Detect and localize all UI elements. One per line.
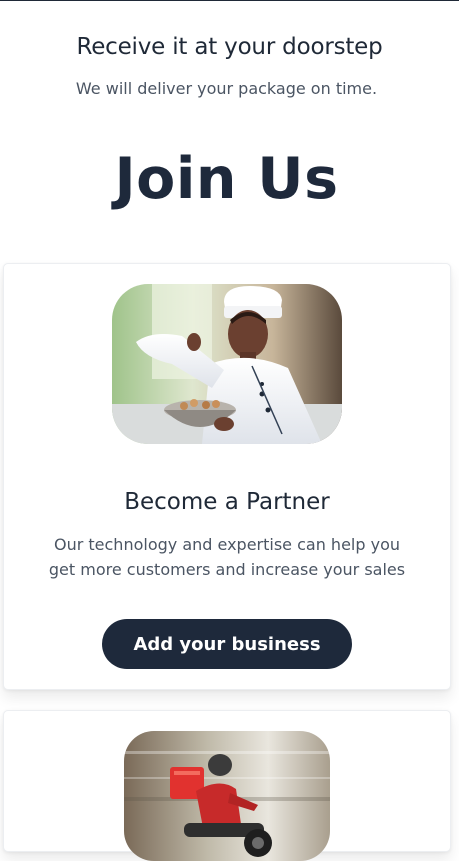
partner-card-description: Our technology and expertise can help yo… [48, 535, 406, 579]
partner-card-title: Become a Partner [124, 489, 330, 515]
add-business-button[interactable]: Add your business [102, 619, 352, 669]
join-us-heading: Join Us [114, 146, 339, 212]
top-divider [0, 0, 459, 1]
chef-photo [112, 284, 342, 444]
hero-subtitle: We will deliver your package on time. [75, 79, 378, 98]
hero-title: Receive it at your doorstep [76, 34, 383, 60]
partner-card: Become a Partner Our technology and expe… [3, 263, 451, 690]
rider-card [3, 710, 451, 861]
delivery-rider-photo [124, 731, 330, 861]
